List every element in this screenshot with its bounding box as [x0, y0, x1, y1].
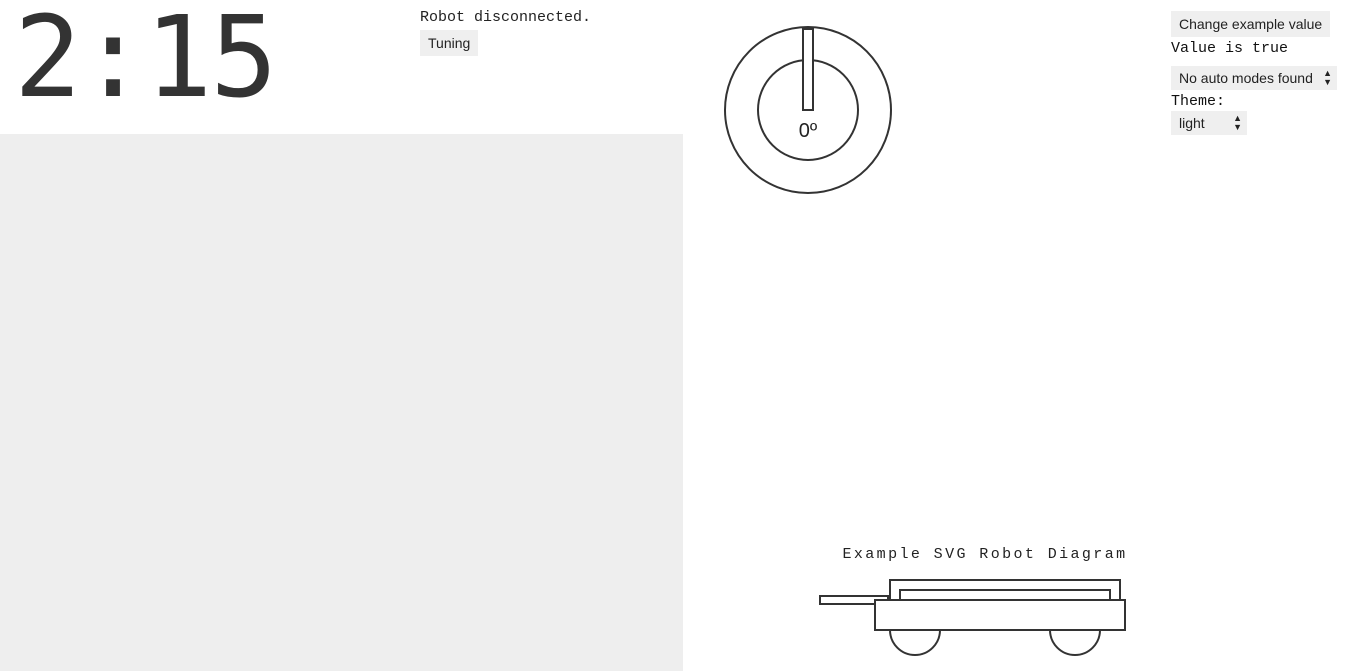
robot-diagram-drawing: [819, 579, 1126, 656]
theme-select[interactable]: light ▲ ▼: [1171, 111, 1247, 135]
auto-mode-selected-label: No auto modes found: [1179, 70, 1313, 86]
up-down-arrows-icon: ▲ ▼: [1233, 113, 1242, 132]
gyro-widget: 0º: [722, 24, 894, 196]
auto-mode-select[interactable]: No auto modes found ▲ ▼: [1171, 66, 1337, 90]
robot-inner-frame: [899, 589, 1111, 601]
gyro-angle-value: 0º: [798, 120, 818, 142]
up-down-arrows-icon: ▲ ▼: [1323, 68, 1332, 87]
robot-diagram: Example SVG Robot Diagram: [810, 544, 1160, 664]
tuning-button[interactable]: Tuning: [420, 30, 479, 56]
match-timer: 2:15: [14, 0, 278, 123]
dashboard-page: 2:15 Robot disconnected. Tuning 0º Chang…: [0, 0, 1366, 671]
theme-label: Theme:: [1171, 93, 1226, 110]
camera-area: [0, 134, 683, 671]
robot-diagram-title: Example SVG Robot Diagram: [842, 546, 1128, 563]
example-value-text: Value is true: [1171, 40, 1289, 57]
gyro-needle: [802, 28, 814, 111]
robot-connection-status: Robot disconnected.: [420, 9, 592, 26]
controls-panel: Change example value Value is true No au…: [1171, 11, 1341, 135]
change-example-value-button[interactable]: Change example value: [1171, 11, 1331, 37]
robot-status-block: Robot disconnected. Tuning: [420, 9, 591, 56]
robot-wheel-back: [1049, 629, 1101, 656]
robot-chassis: [874, 599, 1126, 631]
robot-wheel-front: [889, 629, 941, 656]
gyro-dial: [724, 26, 892, 194]
theme-selected-label: light: [1179, 115, 1205, 131]
